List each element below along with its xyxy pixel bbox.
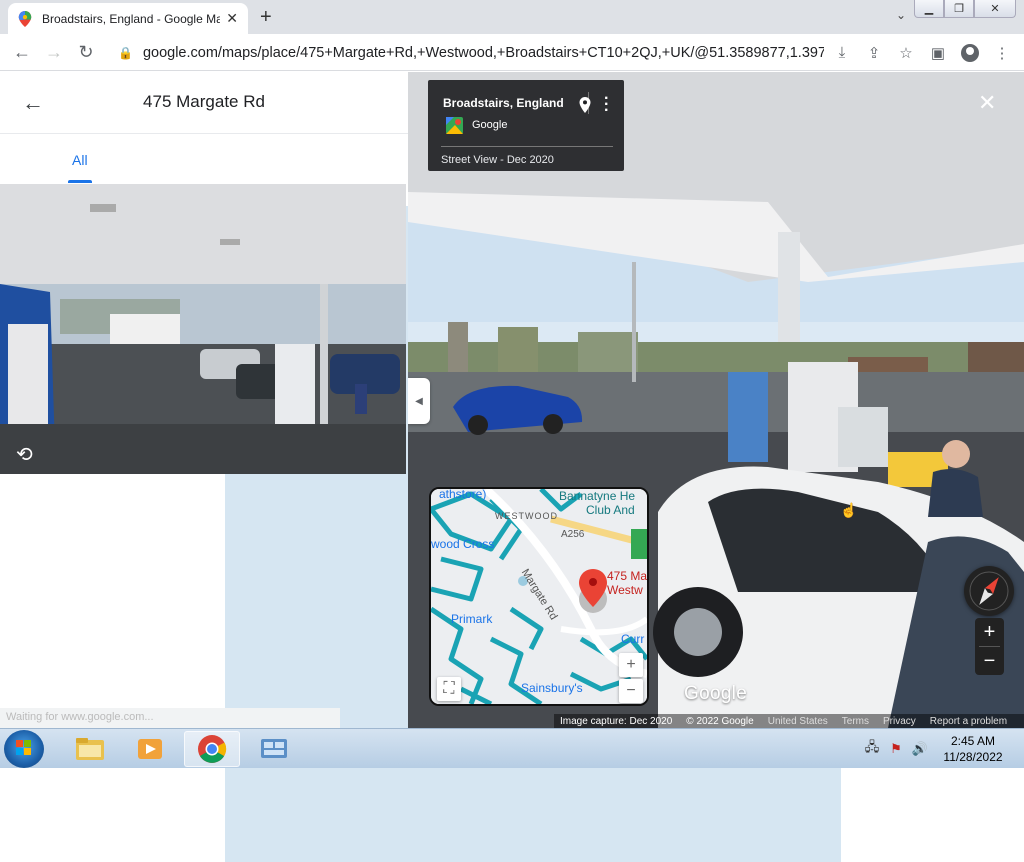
volume-icon[interactable]: 🔊: [910, 741, 930, 757]
media-player-icon: [138, 739, 162, 759]
tab-title: Broadstairs, England - Google Ma: [42, 11, 221, 26]
close-icon[interactable]: ✕: [226, 10, 238, 27]
map-label: Sainsbury's: [521, 681, 583, 695]
map-label: Primark: [451, 612, 493, 626]
minimize-icon[interactable]: ▁: [914, 0, 944, 18]
compass-icon[interactable]: [964, 566, 1014, 616]
reload-icon[interactable]: ↻: [70, 42, 102, 63]
more-vert-icon[interactable]: ⋮: [986, 44, 1018, 62]
panel-header: ← 475 Margate Rd: [0, 72, 408, 134]
place-panel: ← 475 Margate Rd All Street View & 360°: [0, 72, 841, 862]
map-label: 475 Ma: [607, 569, 648, 583]
back-arrow-icon[interactable]: ←: [6, 42, 38, 63]
close-window-icon[interactable]: ✕: [974, 0, 1016, 18]
windows-logo-icon: [16, 740, 31, 755]
country-link[interactable]: United States: [768, 716, 828, 727]
browser-tab[interactable]: Broadstairs, England - Google Ma ✕: [8, 3, 248, 34]
thumbnail-image: [0, 184, 406, 474]
photo-tabs: All Street View & 360°: [0, 134, 841, 862]
street-view-pane[interactable]: Broadstairs, England Google · · · Street V…: [408, 72, 1024, 728]
mini-map[interactable]: athstore) Bannatyne He Club And WESTWOOD…: [429, 487, 649, 706]
more-vert-icon[interactable]: · · ·: [604, 91, 612, 119]
clock-time: 2:45 AM: [950, 734, 996, 748]
capture-date[interactable]: Street View - Dec 2020: [441, 154, 554, 166]
map-label: Bannatyne He: [559, 489, 636, 503]
chrome-taskbar-icon[interactable]: [184, 731, 240, 767]
sidepanel-icon[interactable]: ▣: [922, 44, 954, 62]
map-zoom-out-button[interactable]: −: [619, 679, 643, 703]
plus-icon[interactable]: +: [260, 6, 272, 29]
maps-favicon: [18, 10, 32, 27]
street-view-info-card: Broadstairs, England Google · · · Street V…: [428, 80, 624, 171]
map-label: wood Cross: [431, 537, 495, 551]
report-problem-link[interactable]: Report a problem: [930, 716, 1007, 727]
folder-icon: [76, 738, 104, 760]
hand-cursor-icon: ☝: [840, 502, 858, 518]
install-icon[interactable]: ⤓: [826, 44, 858, 61]
action-center-icon[interactable]: ⚑: [886, 741, 906, 757]
tab-all[interactable]: All: [72, 152, 88, 168]
maps-logo-icon: [446, 117, 463, 134]
fullscreen-icon[interactable]: ⛶: [437, 677, 461, 701]
active-tab-indicator: [68, 180, 92, 183]
collapse-panel-button[interactable]: ◀: [408, 378, 430, 424]
image-capture-text: Image capture: Dec 2020: [560, 715, 673, 727]
map-label: Club And: [586, 503, 635, 517]
page-title: 475 Margate Rd: [143, 92, 265, 111]
divider: [441, 146, 613, 147]
privacy-link[interactable]: Privacy: [883, 716, 916, 727]
chevron-down-icon[interactable]: ⌄: [896, 8, 906, 22]
media-player-taskbar-icon[interactable]: [122, 731, 178, 767]
network-icon[interactable]: 🖧: [862, 738, 882, 760]
tab-strip: Broadstairs, England - Google Ma ✕ + ⌄ ▁…: [0, 0, 1024, 34]
map-label: WESTWOOD: [495, 511, 558, 521]
toolbar-actions: ⤓ ⇪ ☆ ▣ ⋮: [826, 34, 1018, 71]
map-label: A256: [561, 529, 585, 540]
zoom-control: + −: [975, 618, 1004, 675]
compass-needle: [969, 571, 1009, 611]
copyright-text: © 2022 Google: [686, 715, 754, 727]
terms-link[interactable]: Terms: [842, 716, 869, 727]
rotate-360-icon: ⟲: [16, 444, 33, 466]
street-view-thumbnail[interactable]: ⟲: [0, 184, 406, 474]
window-controls: ▁ ❐ ✕: [914, 0, 1016, 18]
attribution-bar: Image capture: Dec 2020 © 2022 Google Un…: [554, 714, 1024, 728]
zoom-out-button[interactable]: −: [975, 647, 1004, 675]
lock-icon[interactable]: 🔒: [118, 46, 133, 60]
map-label: Westw: [607, 583, 643, 597]
pin-icon[interactable]: [578, 96, 592, 114]
control-panel-taskbar-icon[interactable]: [246, 731, 302, 767]
restore-icon[interactable]: ❐: [944, 0, 974, 18]
map-zoom-in-button[interactable]: +: [619, 653, 643, 677]
clock-date: 11/28/2022: [943, 750, 1003, 764]
browser-toolbar: ← → ↻ 🔒 google.com/maps/place/475+Margat…: [0, 34, 1024, 71]
share-icon[interactable]: ⇪: [858, 44, 890, 62]
star-icon[interactable]: ☆: [890, 44, 922, 62]
status-text: Waiting for www.google.com...: [0, 708, 340, 728]
url-text[interactable]: google.com/maps/place/475+Margate+Rd,+We…: [143, 45, 824, 61]
zoom-in-button[interactable]: +: [975, 618, 1004, 646]
chrome-icon: [198, 735, 227, 763]
forward-arrow-icon[interactable]: →: [38, 42, 70, 63]
map-label: Curr: [621, 632, 645, 646]
taskbar: 🖧 ⚑ 🔊 2:45 AM 11/28/2022: [0, 728, 1024, 768]
provider-label: Google: [472, 119, 508, 131]
address-bar[interactable]: 🔒 google.com/maps/place/475+Margate+Rd,+…: [108, 38, 824, 67]
close-icon[interactable]: ✕: [978, 90, 996, 116]
map-label: athstore): [439, 487, 487, 501]
profile-icon[interactable]: [961, 43, 979, 62]
google-logo: Google: [684, 683, 748, 704]
clock[interactable]: 2:45 AM 11/28/2022: [930, 733, 1016, 765]
start-button[interactable]: [4, 730, 44, 768]
system-tray: 🖧 ⚑ 🔊: [862, 729, 930, 769]
location-title[interactable]: Broadstairs, England: [443, 96, 564, 110]
explorer-taskbar-icon[interactable]: [62, 731, 118, 767]
control-panel-icon: [261, 739, 287, 758]
